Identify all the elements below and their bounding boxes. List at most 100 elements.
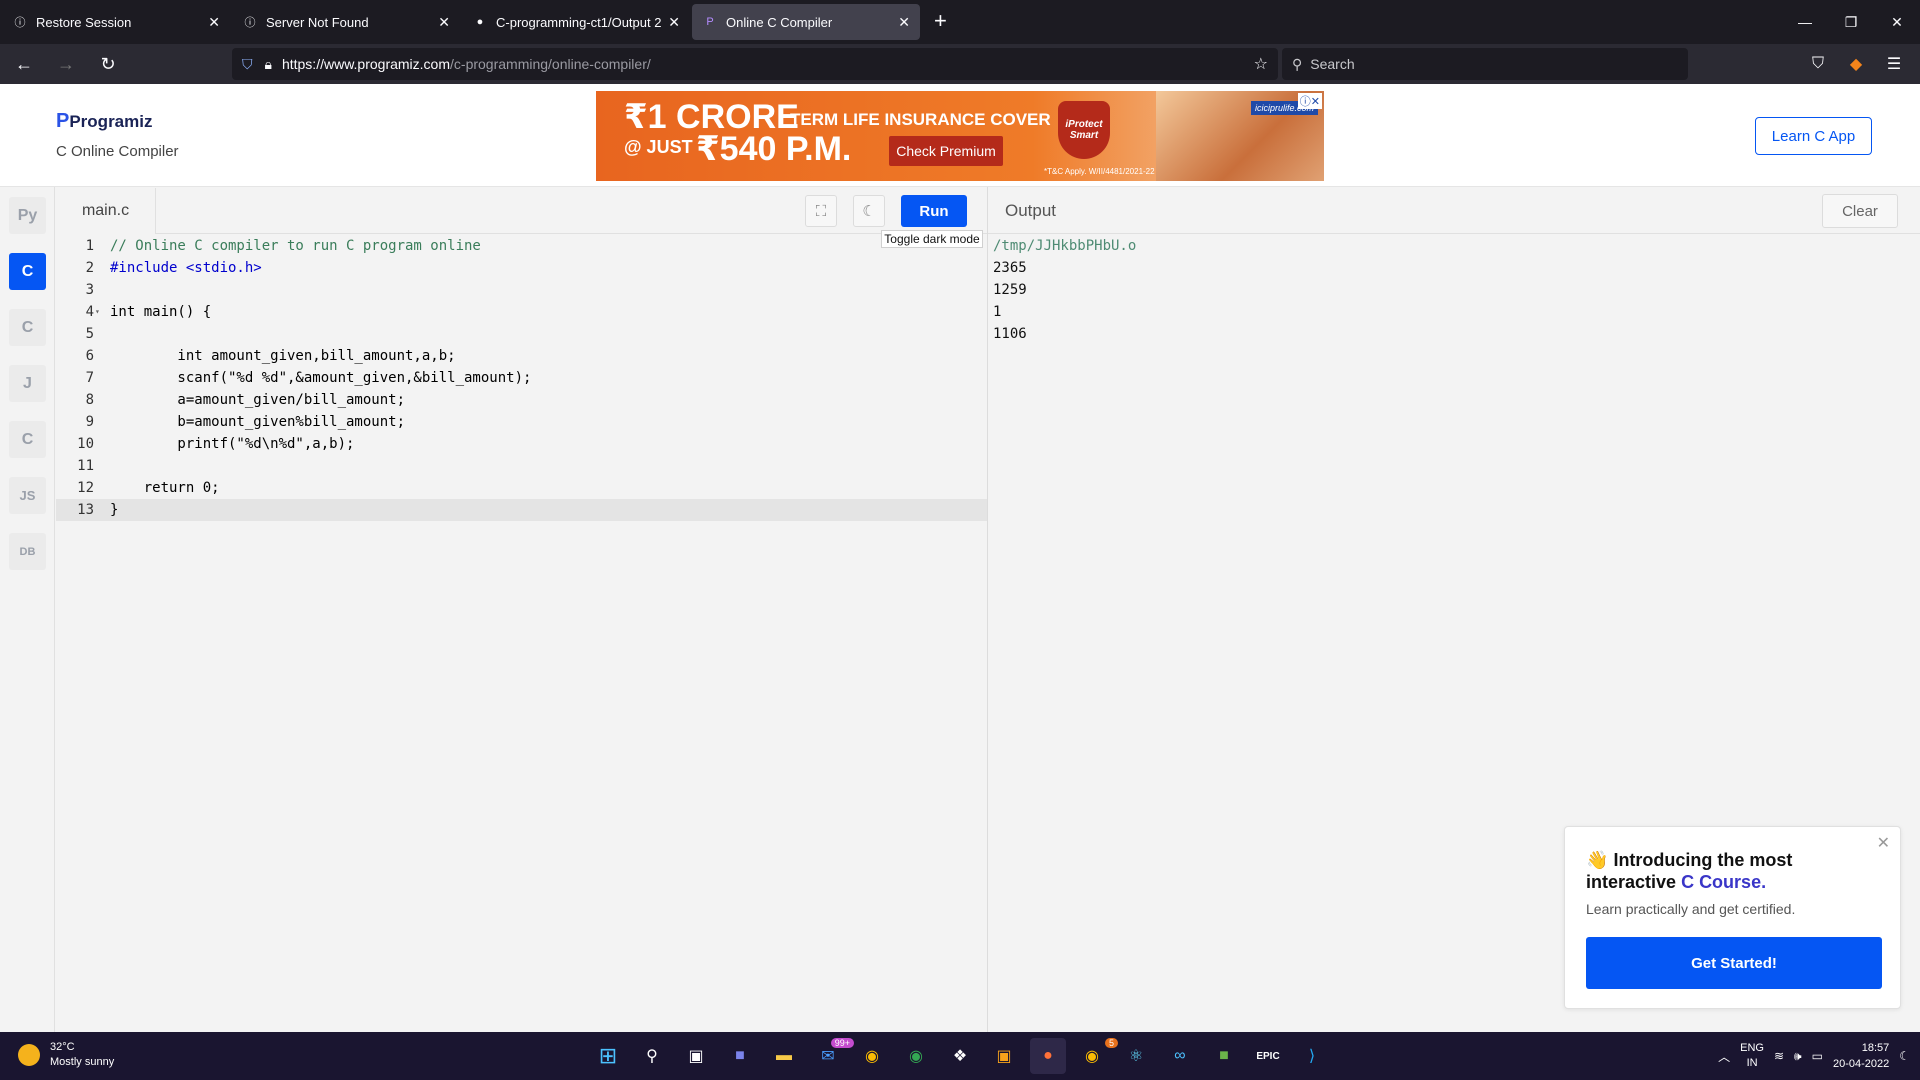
file-tab-main-c[interactable]: main.c <box>56 188 156 234</box>
close-window-icon[interactable]: ✕ <box>1874 0 1920 44</box>
restore-icon[interactable]: ❐ <box>1828 0 1874 44</box>
close-tab-icon[interactable]: ✕ <box>438 14 450 31</box>
bookmark-star-icon[interactable]: ☆ <box>1254 54 1268 74</box>
menu-icon[interactable]: ☰ <box>1878 48 1910 80</box>
windows-start-icon[interactable]: ⊞ <box>590 1038 626 1074</box>
run-button[interactable]: Run <box>901 195 967 227</box>
code-text: // Online C compiler to run C program on… <box>110 238 481 254</box>
app-icon[interactable]: ▣ <box>986 1038 1022 1074</box>
c-icon[interactable]: C <box>9 253 46 290</box>
dropbox-icon[interactable]: ❖ <box>942 1038 978 1074</box>
time: 18:57 <box>1861 1042 1890 1054</box>
lang: ENG <box>1740 1042 1764 1054</box>
chevron-up-icon[interactable]: ︿ <box>1718 1048 1730 1065</box>
close-tab-icon[interactable]: ✕ <box>898 14 910 31</box>
tab-online-c-compiler[interactable]: P Online C Compiler ✕ <box>692 4 920 40</box>
url-path: /c-programming/online-compiler/ <box>450 56 651 72</box>
code-line: 9 b=amount_given%bill_amount; <box>56 411 988 433</box>
weather-widget[interactable]: 32°C Mostly sunny <box>18 1040 114 1070</box>
minimize-icon[interactable]: — <box>1782 0 1828 44</box>
programiz-logo[interactable]: PProgramiz <box>56 110 152 133</box>
wifi-icon[interactable]: ≋ <box>1774 1049 1784 1063</box>
chrome-badge: 5 <box>1104 1038 1118 1048</box>
shield-icon[interactable]: ⛉ <box>242 56 253 73</box>
forward-icon[interactable]: → <box>48 48 84 80</box>
teams-chat-icon[interactable]: ■ <box>722 1038 758 1074</box>
github-icon: ● <box>476 16 484 28</box>
clear-button[interactable]: Clear <box>1822 194 1898 228</box>
promo-subtext: Learn practically and get certified. <box>1586 901 1796 917</box>
minecraft-icon[interactable]: ■ <box>1206 1038 1242 1074</box>
epic-games-icon[interactable]: EPIC <box>1250 1038 1286 1074</box>
page-subtitle: C Online Compiler <box>56 143 179 160</box>
csharp-icon[interactable]: C <box>9 421 46 458</box>
language-indicator[interactable]: ENG IN <box>1740 1041 1764 1071</box>
code-line: 7 scanf("%d %d",&amount_given,&bill_amou… <box>56 367 988 389</box>
close-tab-icon[interactable]: ✕ <box>668 14 680 31</box>
url-bar[interactable]: ⛉ 🔒︎ https://www.programiz.com/c-program… <box>232 48 1278 80</box>
search-icon[interactable]: ⚲ <box>634 1038 670 1074</box>
cpp-icon[interactable]: C <box>9 309 46 346</box>
java-icon[interactable]: J <box>9 365 46 402</box>
output-line: /tmp/JJHkbbPHbU.o <box>993 238 1137 254</box>
back-icon[interactable]: ← <box>6 48 42 80</box>
ad-price: ₹540 P.M. <box>696 130 852 168</box>
date: 20-04-2022 <box>1832 1058 1890 1070</box>
code-line-active: 13} <box>56 499 988 521</box>
search-icon: ⚲ <box>1292 55 1303 72</box>
lock-icon[interactable]: 🔒︎ <box>265 56 272 73</box>
metamask-extension-icon[interactable]: ◆ <box>1840 48 1872 80</box>
vscode-icon[interactable]: ⟩ <box>1294 1038 1330 1074</box>
fold-arrow-icon[interactable]: ▾ <box>95 301 100 323</box>
react-devtools-icon[interactable]: ⚛ <box>1118 1038 1154 1074</box>
toolbar-right: ⛉ ◆ ☰ <box>1802 48 1910 80</box>
file-explorer-icon[interactable]: ▬ <box>766 1038 802 1074</box>
wave-emoji: 👋 <box>1586 850 1609 870</box>
navigation-bar: ← → ↻ ⛉ 🔒︎ https://www.programiz.com/c-p… <box>0 44 1920 84</box>
dark-mode-toggle-icon[interactable]: ☾ <box>853 195 885 227</box>
code-text: int main() { <box>110 304 212 320</box>
python-icon[interactable]: Py <box>9 197 46 234</box>
firefox-icon[interactable]: ● <box>1030 1038 1066 1074</box>
output-console[interactable]: /tmp/JJHkbbPHbU.o 2365 1259 1 1106 <box>993 235 1136 345</box>
reload-icon[interactable]: ↻ <box>90 48 126 80</box>
code-editor[interactable]: 1// Online C compiler to run C program o… <box>56 235 988 1032</box>
chrome-canary-icon[interactable]: ◉ 5 <box>1074 1038 1118 1074</box>
chrome-icon[interactable]: ◉ <box>854 1038 890 1074</box>
ad-close-icon[interactable]: ⓘ✕ <box>1297 93 1322 109</box>
code-text: a=amount_given/bill_amount; <box>110 392 406 408</box>
pocket-icon[interactable]: ⛉ <box>1802 48 1834 80</box>
code-line: 8 a=amount_given/bill_amount; <box>56 389 988 411</box>
get-started-button[interactable]: Get Started! <box>1586 937 1882 989</box>
notification-icon[interactable]: ☾ <box>1899 1049 1910 1063</box>
new-tab-icon[interactable]: + <box>934 8 947 34</box>
battery-icon[interactable]: ▭ <box>1812 1049 1823 1063</box>
ad-check-premium-button[interactable]: Check Premium <box>889 136 1003 166</box>
learn-c-app-button[interactable]: Learn C App <box>1755 117 1872 155</box>
code-line: 3 <box>85 282 94 298</box>
advertisement-banner[interactable]: ₹1 CRORE TERM LIFE INSURANCE COVER @ JUS… <box>596 91 1324 181</box>
js-icon[interactable]: JS <box>9 477 46 514</box>
tab-title: Server Not Found <box>266 14 369 30</box>
ad-badge: iProtect Smart <box>1058 101 1110 159</box>
infinity-app-icon[interactable]: ∞ <box>1162 1038 1198 1074</box>
fullscreen-icon[interactable]: ⛶ <box>805 195 837 227</box>
chrome-profile-icon[interactable]: ◉ <box>898 1038 934 1074</box>
info-icon: ⓘ <box>14 17 26 29</box>
clock[interactable]: 18:57 20-04-2022 <box>1833 1040 1889 1072</box>
mail-icon[interactable]: ✉ 99+ <box>810 1038 854 1074</box>
search-input[interactable]: ⚲ Search <box>1282 48 1688 80</box>
tab-server-not-found[interactable]: ⓘ Server Not Found ✕ <box>232 4 460 40</box>
code-text: scanf("%d %d",&amount_given,&bill_amount… <box>110 370 532 386</box>
code-line: 12 return 0; <box>56 477 988 499</box>
language-sidebar: Py C C J C JS DB <box>0 187 55 1032</box>
tab-restore-session[interactable]: ⓘ Restore Session ✕ <box>2 4 230 40</box>
sql-icon[interactable]: DB <box>9 533 46 570</box>
code-text: #include <stdio.h> <box>110 260 262 276</box>
task-view-icon[interactable]: ▣ <box>678 1038 714 1074</box>
pane-divider[interactable] <box>987 187 988 1032</box>
close-tab-icon[interactable]: ✕ <box>208 14 220 31</box>
output-line: 1259 <box>993 282 1027 298</box>
tab-github[interactable]: ● C-programming-ct1/Output 2.p ✕ <box>462 4 690 40</box>
volume-icon[interactable]: 🕪︎ <box>1794 1049 1802 1064</box>
